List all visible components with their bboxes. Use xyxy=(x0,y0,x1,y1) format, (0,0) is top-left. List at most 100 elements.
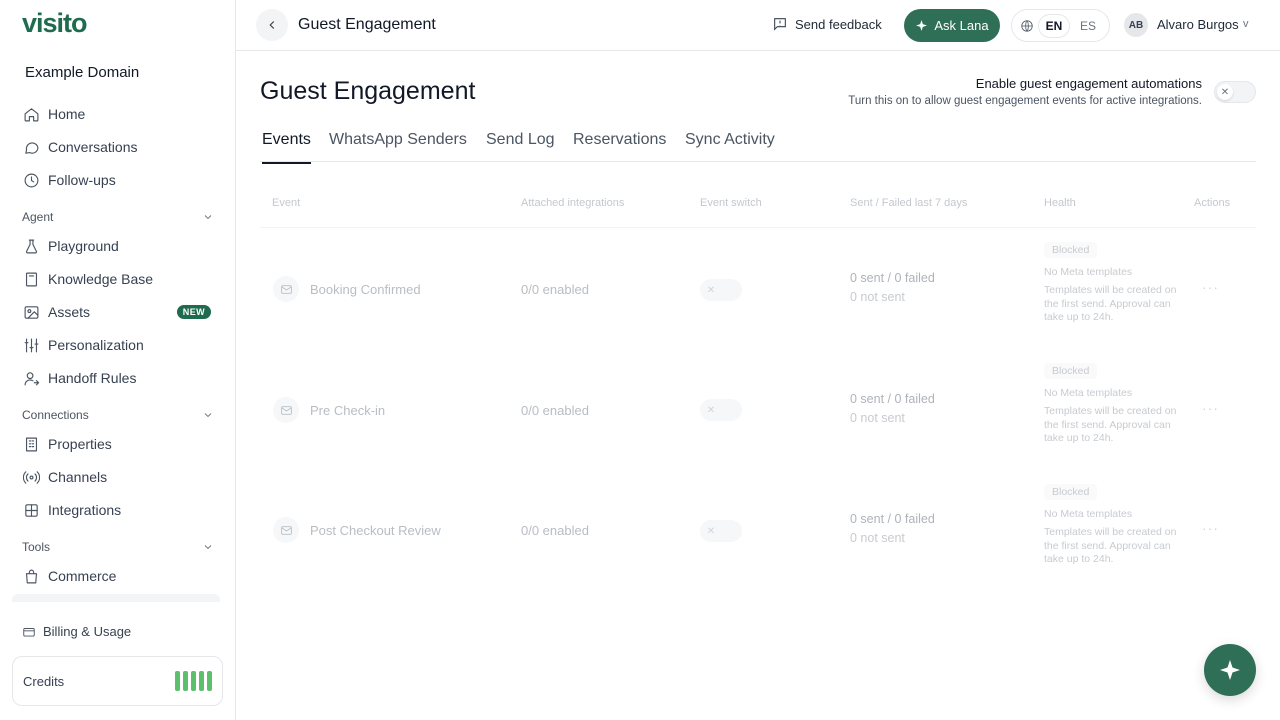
close-icon: ✕ xyxy=(706,284,716,296)
close-icon: ✕ xyxy=(706,525,716,537)
mail-icon xyxy=(273,397,299,423)
sidebar-item-follow-ups[interactable]: Follow-ups xyxy=(22,167,214,193)
health-meta: No Meta templates xyxy=(1044,387,1133,399)
sparkle-icon xyxy=(916,20,928,31)
sidebar-item-playground[interactable]: Playground xyxy=(22,233,214,259)
credits-panel[interactable]: Credits xyxy=(12,656,223,706)
send-feedback-button[interactable]: Send feedback xyxy=(772,16,882,32)
user-name[interactable]: Alvaro Burgos xyxy=(1157,17,1239,32)
event-switch[interactable]: ✕ xyxy=(700,399,742,421)
sidebar-item-integrations[interactable]: Integrations xyxy=(22,497,214,523)
lang-es-option[interactable]: ES xyxy=(1073,15,1103,37)
event-name: Booking Confirmed xyxy=(310,282,421,297)
sidebar-item-properties[interactable]: Properties xyxy=(22,431,214,457)
not-sent-count: 0 not sent xyxy=(850,411,905,425)
not-sent-count: 0 not sent xyxy=(850,290,905,304)
more-actions-icon[interactable]: ··· xyxy=(1202,279,1219,295)
flask-icon xyxy=(22,237,40,255)
tab-events[interactable]: Events xyxy=(262,131,311,164)
column-header-event-switch: Event switch xyxy=(700,197,762,209)
image-icon xyxy=(22,303,40,321)
health-meta: No Meta templates xyxy=(1044,508,1133,520)
user-menu-caret[interactable]: v xyxy=(1243,18,1249,30)
sidebar-item-label: Handoff Rules xyxy=(48,370,137,386)
column-header-integrations: Attached integrations xyxy=(521,197,625,209)
column-header-sent-failed: Sent / Failed last 7 days xyxy=(850,197,968,209)
chevron-left-icon xyxy=(269,21,275,29)
integrations-count: 0/0 enabled xyxy=(521,282,589,297)
scroll-fade xyxy=(12,594,220,602)
sent-failed-count: 0 sent / 0 failed xyxy=(850,271,935,285)
health-note: Templates will be created on the first s… xyxy=(1044,405,1177,445)
sidebar-item-handoff-rules[interactable]: Handoff Rules xyxy=(22,365,214,391)
close-icon: ✕ xyxy=(1217,84,1233,100)
visito-logo[interactable]: visito xyxy=(22,8,88,39)
sent-failed-stats: 0 sent / 0 failed 0 not sent xyxy=(850,390,935,428)
status-badge: Blocked xyxy=(1044,484,1098,500)
sidebar-item-knowledge-base[interactable]: Knowledge Base xyxy=(22,266,214,292)
sidebar-item-home[interactable]: Home xyxy=(22,101,214,127)
sidebar-item-assets[interactable]: Assets NEW xyxy=(22,299,214,325)
avatar[interactable]: AB xyxy=(1124,13,1148,37)
sparkle-icon xyxy=(1220,660,1240,680)
sidebar-item-label: Properties xyxy=(48,436,112,452)
billing-usage-link[interactable]: Billing & Usage xyxy=(22,624,131,639)
feedback-icon xyxy=(774,18,786,31)
sidebar-item-label: Commerce xyxy=(48,568,117,584)
sidebar-item-label: Personalization xyxy=(48,337,144,353)
sidebar-item-personalization[interactable]: Personalization xyxy=(22,332,214,358)
tab-reservations[interactable]: Reservations xyxy=(573,131,666,161)
ask-lana-fab[interactable] xyxy=(1204,644,1256,696)
automation-description: Turn this on to allow guest engagement e… xyxy=(848,95,1202,107)
sidebar-item-channels[interactable]: Channels xyxy=(22,464,214,490)
chat-bubble-icon xyxy=(22,138,40,156)
sent-failed-stats: 0 sent / 0 failed 0 not sent xyxy=(850,269,935,307)
mail-icon xyxy=(273,276,299,302)
home-icon xyxy=(22,105,40,123)
integrations-count: 0/0 enabled xyxy=(521,403,589,418)
column-header-actions: Actions xyxy=(1194,197,1231,209)
section-connections[interactable]: Connections xyxy=(22,406,214,424)
more-actions-icon[interactable]: ··· xyxy=(1202,400,1219,416)
status-badge: Blocked xyxy=(1044,363,1098,379)
sidebar-item-label: Integrations xyxy=(48,502,122,518)
event-name: Pre Check-in xyxy=(310,403,386,418)
mail-icon xyxy=(273,517,299,543)
tab-whatsapp-senders[interactable]: WhatsApp Senders xyxy=(329,131,467,161)
automation-toggle[interactable]: ✕ xyxy=(1214,81,1256,103)
ask-lana-button[interactable]: Ask Lana xyxy=(904,9,1000,42)
not-sent-count: 0 not sent xyxy=(850,531,905,545)
header-divider xyxy=(260,227,1256,228)
user-handoff-icon xyxy=(22,369,40,387)
language-switcher: EN ES xyxy=(1011,9,1110,42)
section-label: Tools xyxy=(22,540,51,554)
integrations-count: 0/0 enabled xyxy=(521,523,589,538)
sidebar-item-commerce[interactable]: Commerce xyxy=(22,563,214,589)
tab-send-log[interactable]: Send Log xyxy=(486,131,555,161)
sidebar-item-label: Channels xyxy=(48,469,108,485)
back-button[interactable] xyxy=(256,9,288,41)
section-tools[interactable]: Tools xyxy=(22,538,214,556)
tab-sync-activity[interactable]: Sync Activity xyxy=(685,131,775,161)
section-agent[interactable]: Agent xyxy=(22,208,214,226)
credit-card-icon xyxy=(23,627,35,637)
sidebar-item-label: Home xyxy=(48,106,86,122)
event-name: Post Checkout Review xyxy=(310,523,441,538)
credits-label: Credits xyxy=(23,673,65,689)
domain-name[interactable]: Example Domain xyxy=(25,64,139,81)
event-switch[interactable]: ✕ xyxy=(700,279,742,301)
sent-failed-stats: 0 sent / 0 failed 0 not sent xyxy=(850,510,935,548)
chevron-down-icon xyxy=(204,413,212,418)
column-header-event: Event xyxy=(272,197,301,209)
lang-en-option[interactable]: EN xyxy=(1039,14,1069,37)
building-icon xyxy=(22,435,40,453)
event-switch[interactable]: ✕ xyxy=(700,520,742,542)
sidebar-item-label: Playground xyxy=(48,238,119,254)
more-actions-icon[interactable]: ··· xyxy=(1202,520,1219,536)
sidebar-item-conversations[interactable]: Conversations xyxy=(22,134,214,160)
section-label: Agent xyxy=(22,210,54,224)
top-bar-title: Guest Engagement xyxy=(298,16,436,33)
chevron-down-icon xyxy=(204,545,212,550)
new-badge: NEW xyxy=(176,305,211,319)
close-icon: ✕ xyxy=(706,404,716,416)
